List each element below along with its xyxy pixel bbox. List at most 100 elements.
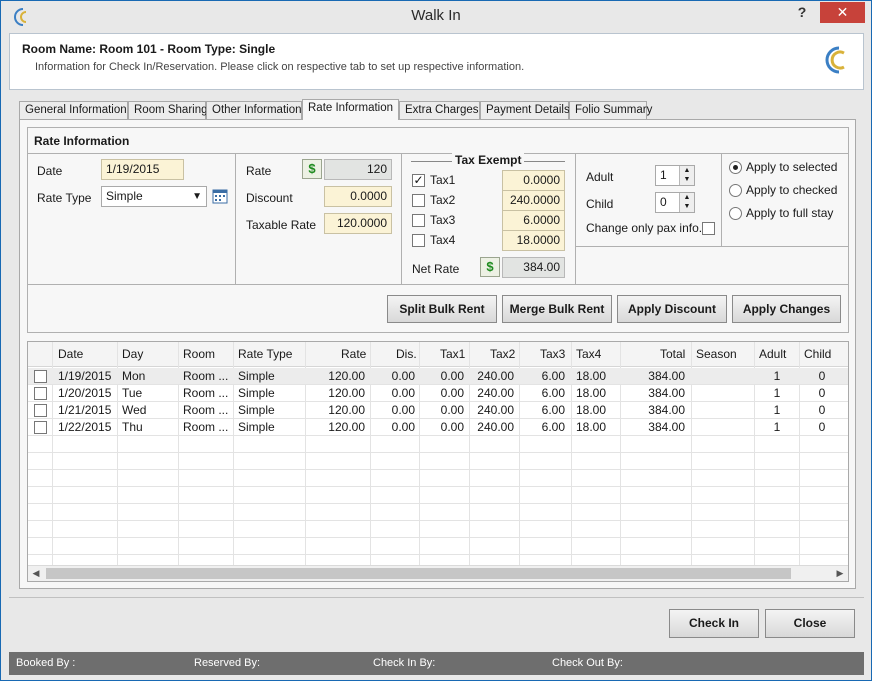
cell-total: 384.00: [648, 403, 685, 417]
status-bar: Booked By : Reserved By: Check In By: Ch…: [9, 652, 864, 675]
rate-information-box: Rate Information Date 1/19/2015 Rate Typ…: [27, 127, 849, 333]
column-header-date[interactable]: Date: [58, 347, 83, 361]
column-header-room[interactable]: Room: [183, 347, 215, 361]
discount-label: Discount: [246, 191, 293, 205]
column-header-tax1[interactable]: Tax1: [440, 347, 465, 361]
header-panel: Room Name: Room 101 - Room Type: Single …: [9, 33, 864, 90]
tax1-checkbox[interactable]: ✓: [412, 174, 425, 187]
apply-discount-button[interactable]: Apply Discount: [617, 295, 727, 323]
rate-type-select[interactable]: Simple ▼: [101, 186, 207, 207]
split-bulk-rent-button[interactable]: Split Bulk Rent: [387, 295, 497, 323]
column-header-rate[interactable]: Rate: [341, 347, 366, 361]
column-header-total[interactable]: Total: [660, 347, 685, 361]
help-icon[interactable]: ?: [793, 4, 811, 24]
tab-folio-summary[interactable]: Folio Summary: [569, 101, 652, 119]
dollar-icon[interactable]: $: [302, 159, 322, 179]
change-pax-checkbox[interactable]: [702, 222, 715, 235]
stepper-arrows-icon[interactable]: ▲ ▼: [679, 193, 694, 212]
cell-tax1: 0.00: [440, 369, 464, 383]
column-header-adult[interactable]: Adult: [759, 347, 786, 361]
tax4-label: Tax4: [430, 233, 456, 247]
apply-to-checked-label: Apply to checked: [746, 183, 838, 197]
dollar-icon[interactable]: $: [480, 257, 500, 277]
check-in-button[interactable]: Check In: [669, 609, 759, 638]
cell-tax2: 240.00: [477, 369, 514, 383]
child-stepper[interactable]: 0 ▲ ▼: [655, 192, 695, 213]
cell-room: Room ...: [183, 403, 229, 417]
row-checkbox[interactable]: [34, 370, 47, 383]
tab-rate-information[interactable]: Rate Information: [302, 99, 399, 120]
row-checkbox[interactable]: [34, 421, 47, 434]
tax1-field[interactable]: 0.0000: [502, 170, 565, 191]
cell-rate: 120.00: [328, 420, 365, 434]
table-row[interactable]: 1/20/2015 Tue Room ... Simple 120.00 0.0…: [28, 385, 848, 402]
rate-type-value: Simple: [106, 189, 143, 203]
horizontal-scrollbar[interactable]: ◀ ▶: [28, 565, 848, 581]
tab-room-sharing[interactable]: Room Sharing: [128, 101, 208, 119]
net-rate-label: Net Rate: [412, 262, 460, 276]
cell-rate: 120.00: [328, 386, 365, 400]
scroll-right-icon[interactable]: ▶: [832, 566, 848, 581]
column-header-rate-type[interactable]: Rate Type: [238, 347, 292, 361]
close-button[interactable]: Close: [765, 609, 855, 638]
cell-rate: 120.00: [328, 369, 365, 383]
chevron-down-icon: ▼: [192, 191, 202, 202]
rate-label: Rate: [246, 164, 272, 178]
date-field[interactable]: 1/19/2015: [101, 159, 184, 180]
tax2-field[interactable]: 240.0000: [502, 190, 565, 211]
cell-child: 0: [818, 369, 826, 383]
adult-stepper[interactable]: 1 ▲ ▼: [655, 165, 695, 186]
close-icon[interactable]: ✕: [820, 2, 865, 23]
cell-room: Room ...: [183, 420, 229, 434]
net-rate-field[interactable]: 384.00: [502, 257, 565, 278]
cell-tax4: 18.00: [576, 420, 607, 434]
tab-payment-details[interactable]: Payment Details: [480, 101, 570, 119]
stepper-arrows-icon[interactable]: ▲ ▼: [679, 166, 694, 185]
cell-tax3: 6.00: [541, 403, 565, 417]
cell-date: 1/22/2015: [58, 420, 112, 434]
tab-general-information[interactable]: General Information: [19, 101, 128, 119]
calendar-icon[interactable]: [212, 188, 228, 204]
cell-day: Thu: [122, 420, 143, 434]
discount-field[interactable]: 0.0000: [324, 186, 392, 207]
column-header-season[interactable]: Season: [696, 347, 737, 361]
tab-other-information[interactable]: Other Information: [206, 101, 302, 119]
column-header-tax3[interactable]: Tax3: [540, 347, 565, 361]
table-row[interactable]: 1/19/2015 Mon Room ... Simple 120.00 0.0…: [28, 368, 848, 385]
change-pax-label: Change only pax info.: [586, 221, 703, 235]
tax2-checkbox[interactable]: [412, 194, 425, 207]
column-header-dis[interactable]: Dis.: [396, 347, 417, 361]
column-header-tax2[interactable]: Tax2: [490, 347, 515, 361]
apply-changes-button[interactable]: Apply Changes: [732, 295, 841, 323]
column-header-tax4[interactable]: Tax4: [576, 347, 601, 361]
cell-child: 0: [818, 420, 826, 434]
apply-to-selected-radio[interactable]: [729, 161, 742, 174]
child-value: 0: [660, 195, 667, 209]
adult-value: 1: [660, 168, 667, 182]
tax3-checkbox[interactable]: [412, 214, 425, 227]
cell-tax3: 6.00: [541, 420, 565, 434]
tax4-field[interactable]: 18.0000: [502, 230, 565, 251]
taxable-rate-label: Taxable Rate: [246, 218, 317, 232]
merge-bulk-rent-button[interactable]: Merge Bulk Rent: [502, 295, 612, 323]
table-row[interactable]: 1/21/2015 Wed Room ... Simple 120.00 0.0…: [28, 402, 848, 419]
scrollbar-thumb[interactable]: [46, 568, 791, 579]
taxable-rate-field[interactable]: 120.0000: [324, 213, 392, 234]
column-header-day[interactable]: Day: [122, 347, 143, 361]
apply-to-full-stay-radio[interactable]: [729, 207, 742, 220]
column-header-child[interactable]: Child: [804, 347, 831, 361]
row-checkbox[interactable]: [34, 387, 47, 400]
rate-field[interactable]: 120: [324, 159, 392, 180]
tax3-field[interactable]: 6.0000: [502, 210, 565, 231]
tax4-checkbox[interactable]: [412, 234, 425, 247]
rate-grid[interactable]: Date Day Room Rate Type Rate Dis. Tax1 T…: [27, 341, 849, 582]
apply-to-checked-radio[interactable]: [729, 184, 742, 197]
room-name: Room Name: Room 101 - Room Type: Single: [22, 42, 276, 56]
scroll-left-icon[interactable]: ◀: [28, 566, 44, 581]
table-row[interactable]: 1/22/2015 Thu Room ... Simple 120.00 0.0…: [28, 419, 848, 436]
tax-exempt-title: Tax Exempt: [452, 153, 525, 167]
adult-label: Adult: [586, 170, 614, 184]
grid-header: Date Day Room Rate Type Rate Dis. Tax1 T…: [28, 342, 848, 367]
row-checkbox[interactable]: [34, 404, 47, 417]
tab-extra-charges[interactable]: Extra Charges: [399, 101, 480, 119]
